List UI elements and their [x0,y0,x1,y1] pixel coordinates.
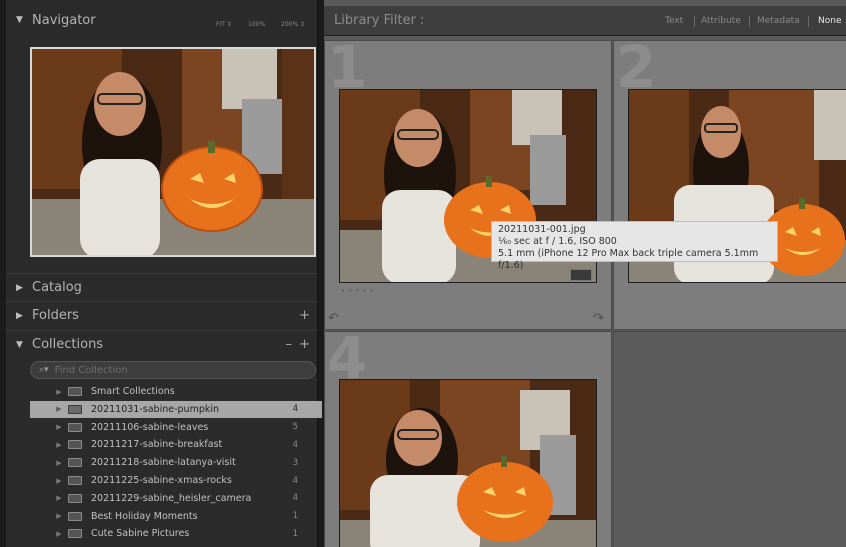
catalog-panel-header[interactable]: ▶ Catalog [6,273,318,301]
grid-cell[interactable]: 2 [613,33,846,330]
rotate-right-icon[interactable]: ↷ [593,311,604,326]
navigator-photo [32,49,314,255]
filter-tab-text[interactable]: Text [665,16,683,26]
thumbnail-photo [340,380,596,547]
expand-triangle-icon[interactable]: ▶ [50,405,68,413]
collection-badge-icon[interactable] [570,269,592,281]
lightroom-library-window: ▼ Navigator FIT ↕ 100% 200% ↕ ▶ Catalog … [0,0,846,547]
photo-thumbnail[interactable] [339,379,597,547]
rating-dots[interactable]: ••••• [341,287,377,295]
collection-count: 4 [292,404,298,415]
collection-count: 3 [292,457,298,468]
expand-triangle-icon[interactable]: ▶ [50,423,68,431]
expand-triangle-icon[interactable]: ▶ [50,494,68,502]
collection-label: Best Holiday Moments [91,510,198,522]
zoom-fit-option[interactable]: FIT ↕ [216,21,232,28]
collection-label: 20211217-sabine-breakfast [91,439,223,451]
filter-separator [808,16,809,27]
collections-label: Collections [32,337,104,352]
left-panel: ▼ Navigator FIT ↕ 100% 200% ↕ ▶ Catalog … [6,0,322,547]
smart-collection-icon [68,387,82,396]
grid-cell[interactable]: 1 ••••• ↶ ↷ [324,33,612,330]
add-collection-button[interactable]: + [299,337,310,352]
collection-set-item[interactable]: ▶ Smart Collections [30,383,322,400]
collection-count: 1 [292,511,298,522]
collection-label: Smart Collections [91,386,175,397]
remove-collection-button[interactable]: – [286,337,293,352]
expand-triangle-icon[interactable]: ▶ [50,530,68,538]
collection-label: Cute Sabine Pictures [91,528,190,540]
collection-icon [68,404,82,414]
navigator-preview[interactable] [30,47,316,257]
collection-label: 20211218-sabine-latanya-visit [91,457,236,469]
expand-triangle-icon: ▶ [16,282,23,293]
filter-tab-attribute[interactable]: Attribute [701,16,741,26]
add-folder-button[interactable]: + [299,308,310,323]
collection-item[interactable]: ▶ Cute Sabine Pictures 1 [30,525,322,542]
collection-label: 20211031-sabine-pumpkin [91,403,220,415]
collection-count: 4 [292,493,298,504]
filter-separator [749,16,750,27]
catalog-label: Catalog [32,280,82,295]
grid-cell-empty [613,331,846,547]
tooltip-exposure: ⅙₀ sec at f / 1.6, ISO 800 [498,236,617,247]
collection-icon [68,511,82,521]
collection-label: 20211106-sabine-leaves [91,421,209,433]
collection-label: 20211225-sabine-xmas-rocks [91,475,232,486]
collection-icon [68,493,82,503]
collection-search-placeholder: Find Collection [54,364,128,376]
collection-item[interactable]: ▶ 20211229-sabine_heisler_camera 4 [30,490,322,507]
collection-label: 20211229-sabine_heisler_camera [91,492,252,504]
collection-icon [68,422,82,432]
expand-triangle-icon[interactable]: ▶ [50,477,68,485]
filter-separator [694,16,695,27]
collection-item[interactable]: ▶ 20211218-sabine-latanya-visit 3 [30,454,322,471]
collection-count: 4 [292,475,298,486]
zoom-100-option[interactable]: 100% [248,21,265,28]
collection-item[interactable]: ▶ 20211031-sabine-pumpkin 4 [30,400,322,418]
expand-triangle-icon[interactable]: ▶ [50,388,68,396]
filter-tab-none[interactable]: None [818,16,841,26]
photo-info-tooltip: 20211031-001.jpg ⅙₀ sec at f / 1.6, ISO … [491,221,778,271]
thumbnail-grid: 1 ••••• ↶ ↷ 2 4 [324,33,846,547]
tooltip-lens: 5.1 mm (iPhone 12 Pro Max back triple ca… [498,248,759,271]
filter-tab-metadata[interactable]: Metadata [757,16,800,26]
folders-label: Folders [32,308,79,323]
collection-count: 5 [292,422,298,433]
collection-item[interactable]: ▶ 20211217-sabine-breakfast 4 [30,436,322,453]
collection-item[interactable]: ▶ 20211225-sabine-xmas-rocks 4 [30,472,322,489]
collection-icon [68,529,82,539]
grid-cell[interactable]: 4 [324,324,612,547]
collection-count: 1 [292,528,298,539]
expand-triangle-icon: ▶ [16,310,23,321]
collection-icon [68,476,82,485]
library-filter-bar: Library Filter : Text Attribute Metadata… [324,6,846,36]
collection-search-input[interactable]: ⌕▾ Find Collection [30,361,316,379]
expand-triangle-icon[interactable]: ▶ [50,512,68,520]
collections-panel-header[interactable]: ▼ Collections – + [6,330,318,358]
grid-view-area: Library Filter : Text Attribute Metadata… [324,0,846,547]
folders-panel-header[interactable]: ▶ Folders + [6,301,318,329]
collapse-triangle-icon: ▼ [16,339,23,350]
navigator-header[interactable]: ▼ Navigator FIT ↕ 100% 200% ↕ [6,6,318,34]
collection-count: 4 [292,439,298,450]
collection-item[interactable]: ▶ Best Holiday Moments 1 [30,508,322,525]
search-icon: ⌕▾ [39,365,49,375]
tooltip-filename: 20211031-001.jpg [498,224,586,235]
zoom-200-option[interactable]: 200% ↕ [281,21,305,28]
collection-icon [68,458,82,468]
expand-triangle-icon[interactable]: ▶ [50,459,68,467]
collapse-triangle-icon: ▼ [16,15,23,25]
collection-icon [68,440,82,450]
expand-triangle-icon[interactable]: ▶ [50,441,68,449]
navigator-title: Navigator [32,12,96,28]
library-filter-title: Library Filter : [334,13,425,28]
collection-item[interactable]: ▶ 20211106-sabine-leaves 5 [30,419,322,436]
